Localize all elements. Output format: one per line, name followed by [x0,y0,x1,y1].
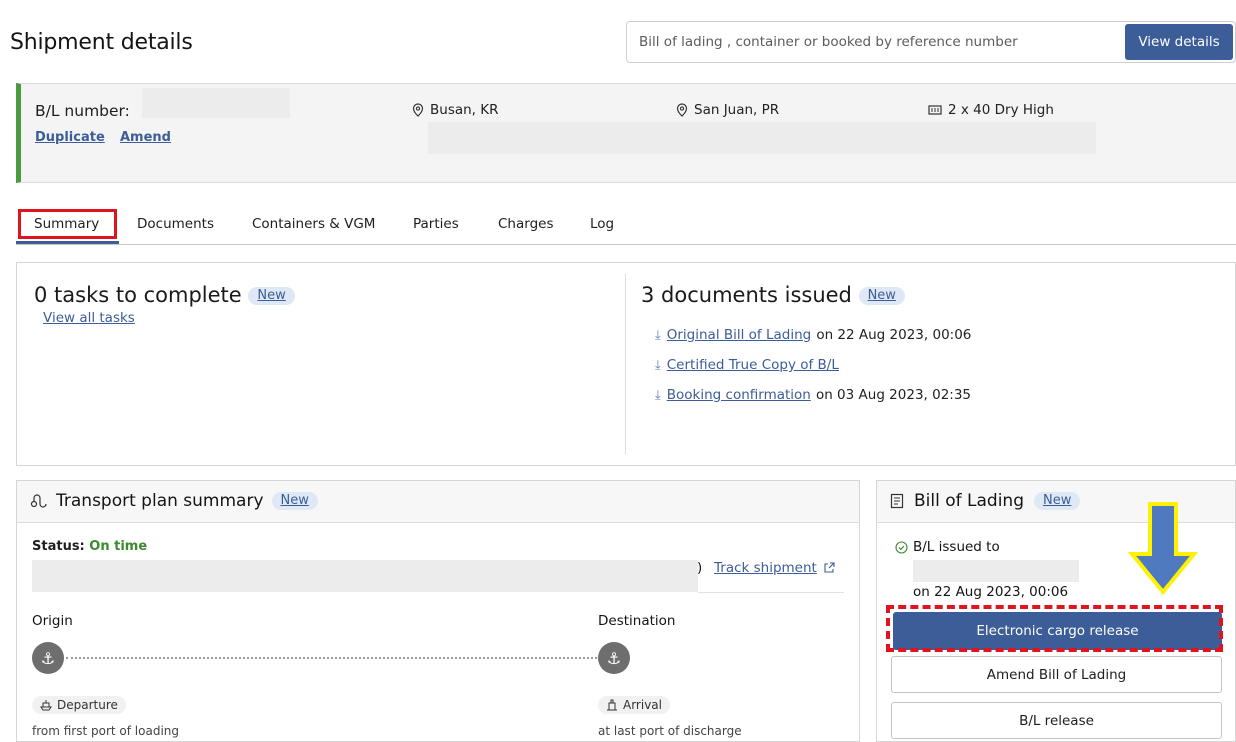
tab-parties[interactable]: Parties [413,216,459,232]
departure-label: Departure [57,698,118,712]
bl-issued-row: B/L issued to [895,539,1000,555]
bl-release-button[interactable]: B/L release [891,702,1222,739]
booking-confirmation-link[interactable]: Booking confirmation [667,387,811,403]
document-item: ⤓ Certified True Copy of B/L [655,354,839,373]
amend-link[interactable]: Amend [120,130,171,145]
anchor-icon: ⚓ [598,642,630,674]
document-item: ⤓ Booking confirmation on 03 Aug 2023, 02… [655,384,971,403]
destination-text: San Juan, PR [694,102,780,118]
origin-location: Busan, KR [412,102,499,118]
tab-log[interactable]: Log [590,216,614,232]
transport-new-badge[interactable]: New [271,492,318,510]
origin-label: Origin [32,613,73,629]
bl-issued-date: on 22 Aug 2023, 00:06 [913,584,1069,600]
ship-icon [40,700,52,711]
documents-new-badge[interactable]: New [858,287,905,305]
destination-label: Destination [598,613,676,629]
departure-chip: Departure [32,696,126,714]
equipment-info: 2 x 40 Dry High [928,102,1054,118]
location-pin-icon [412,103,424,117]
route-dotted-line [66,657,597,659]
anchor-icon: ⚓ [32,642,64,674]
tab-charges[interactable]: Charges [498,216,553,232]
search-box: View details [626,21,1236,63]
arrival-chip: Arrival [598,696,670,714]
view-details-button[interactable]: View details [1125,24,1233,60]
download-icon: ⤓ [655,328,661,343]
container-icon [928,105,942,115]
download-icon: ⤓ [655,388,661,403]
status-value: On time [89,539,148,554]
location-pin-icon [676,103,688,117]
destination-location: San Juan, PR [676,102,779,118]
document-icon [890,493,904,509]
overview-divider [625,274,626,454]
download-icon: ⤓ [655,358,661,373]
search-input[interactable] [639,22,1119,62]
track-shipment-link[interactable]: Track shipment [714,560,817,576]
redacted-shipment-info [428,122,1096,154]
paren-text: ) [697,560,703,576]
port-icon [607,699,617,711]
bl-number-label: B/L number: [35,102,130,120]
bill-title: Bill of Lading [914,491,1024,511]
active-tab-underline [16,241,119,244]
redacted-bl-number [142,88,290,118]
document-date: on 03 Aug 2023, 02:35 [815,387,972,403]
bill-new-badge[interactable]: New [1034,492,1081,510]
document-date: on 22 Aug 2023, 00:06 [816,327,972,343]
amend-bill-of-lading-button[interactable]: Amend Bill of Lading [891,656,1222,693]
tasks-new-badge[interactable]: New [248,287,295,305]
transport-plan-title: Transport plan summary [56,491,264,511]
summary-highlight-box [18,209,117,239]
highlight-arrow-icon [1128,502,1198,596]
external-link-icon [824,562,835,573]
check-circle-icon [895,540,908,554]
equipment-text: 2 x 40 Dry High [948,102,1054,118]
page-title: Shipment details [10,30,193,55]
bl-issued-text: B/L issued to [913,539,1000,555]
cargo-release-highlight-box [886,605,1223,652]
status-label: Status: [32,539,85,554]
document-item: ⤓ Original Bill of Lading on 22 Aug 2023,… [655,324,971,343]
status-row: Status: On time [32,539,147,554]
departure-subtext: from first port of loading [32,724,179,738]
tabs-divider [16,244,1236,245]
redacted-transport-info [32,560,698,592]
duplicate-link[interactable]: Duplicate [35,130,105,145]
original-bl-link[interactable]: Original Bill of Lading [667,327,811,343]
arrival-subtext: at last port of discharge [598,724,742,738]
bill-title-row: Bill of Lading New [890,491,1081,511]
transport-plan-title-row: Transport plan summary New [30,491,318,511]
certified-copy-link[interactable]: Certified True Copy of B/L [667,357,839,373]
tab-containers-vgm[interactable]: Containers & VGM [252,216,375,232]
tab-documents[interactable]: Documents [137,216,214,232]
tasks-title: 0 tasks to complete [34,283,242,307]
track-shipment-row: Track shipment [714,560,835,576]
view-all-tasks-link[interactable]: View all tasks [43,310,135,326]
route-icon [30,494,47,508]
redacted-issued-party [913,560,1079,582]
tasks-title-row: 0 tasks to complete New [34,283,295,307]
origin-text: Busan, KR [430,102,499,118]
arrival-label: Arrival [623,698,662,712]
documents-title: 3 documents issued [641,283,852,307]
documents-title-row: 3 documents issued New [641,283,905,307]
